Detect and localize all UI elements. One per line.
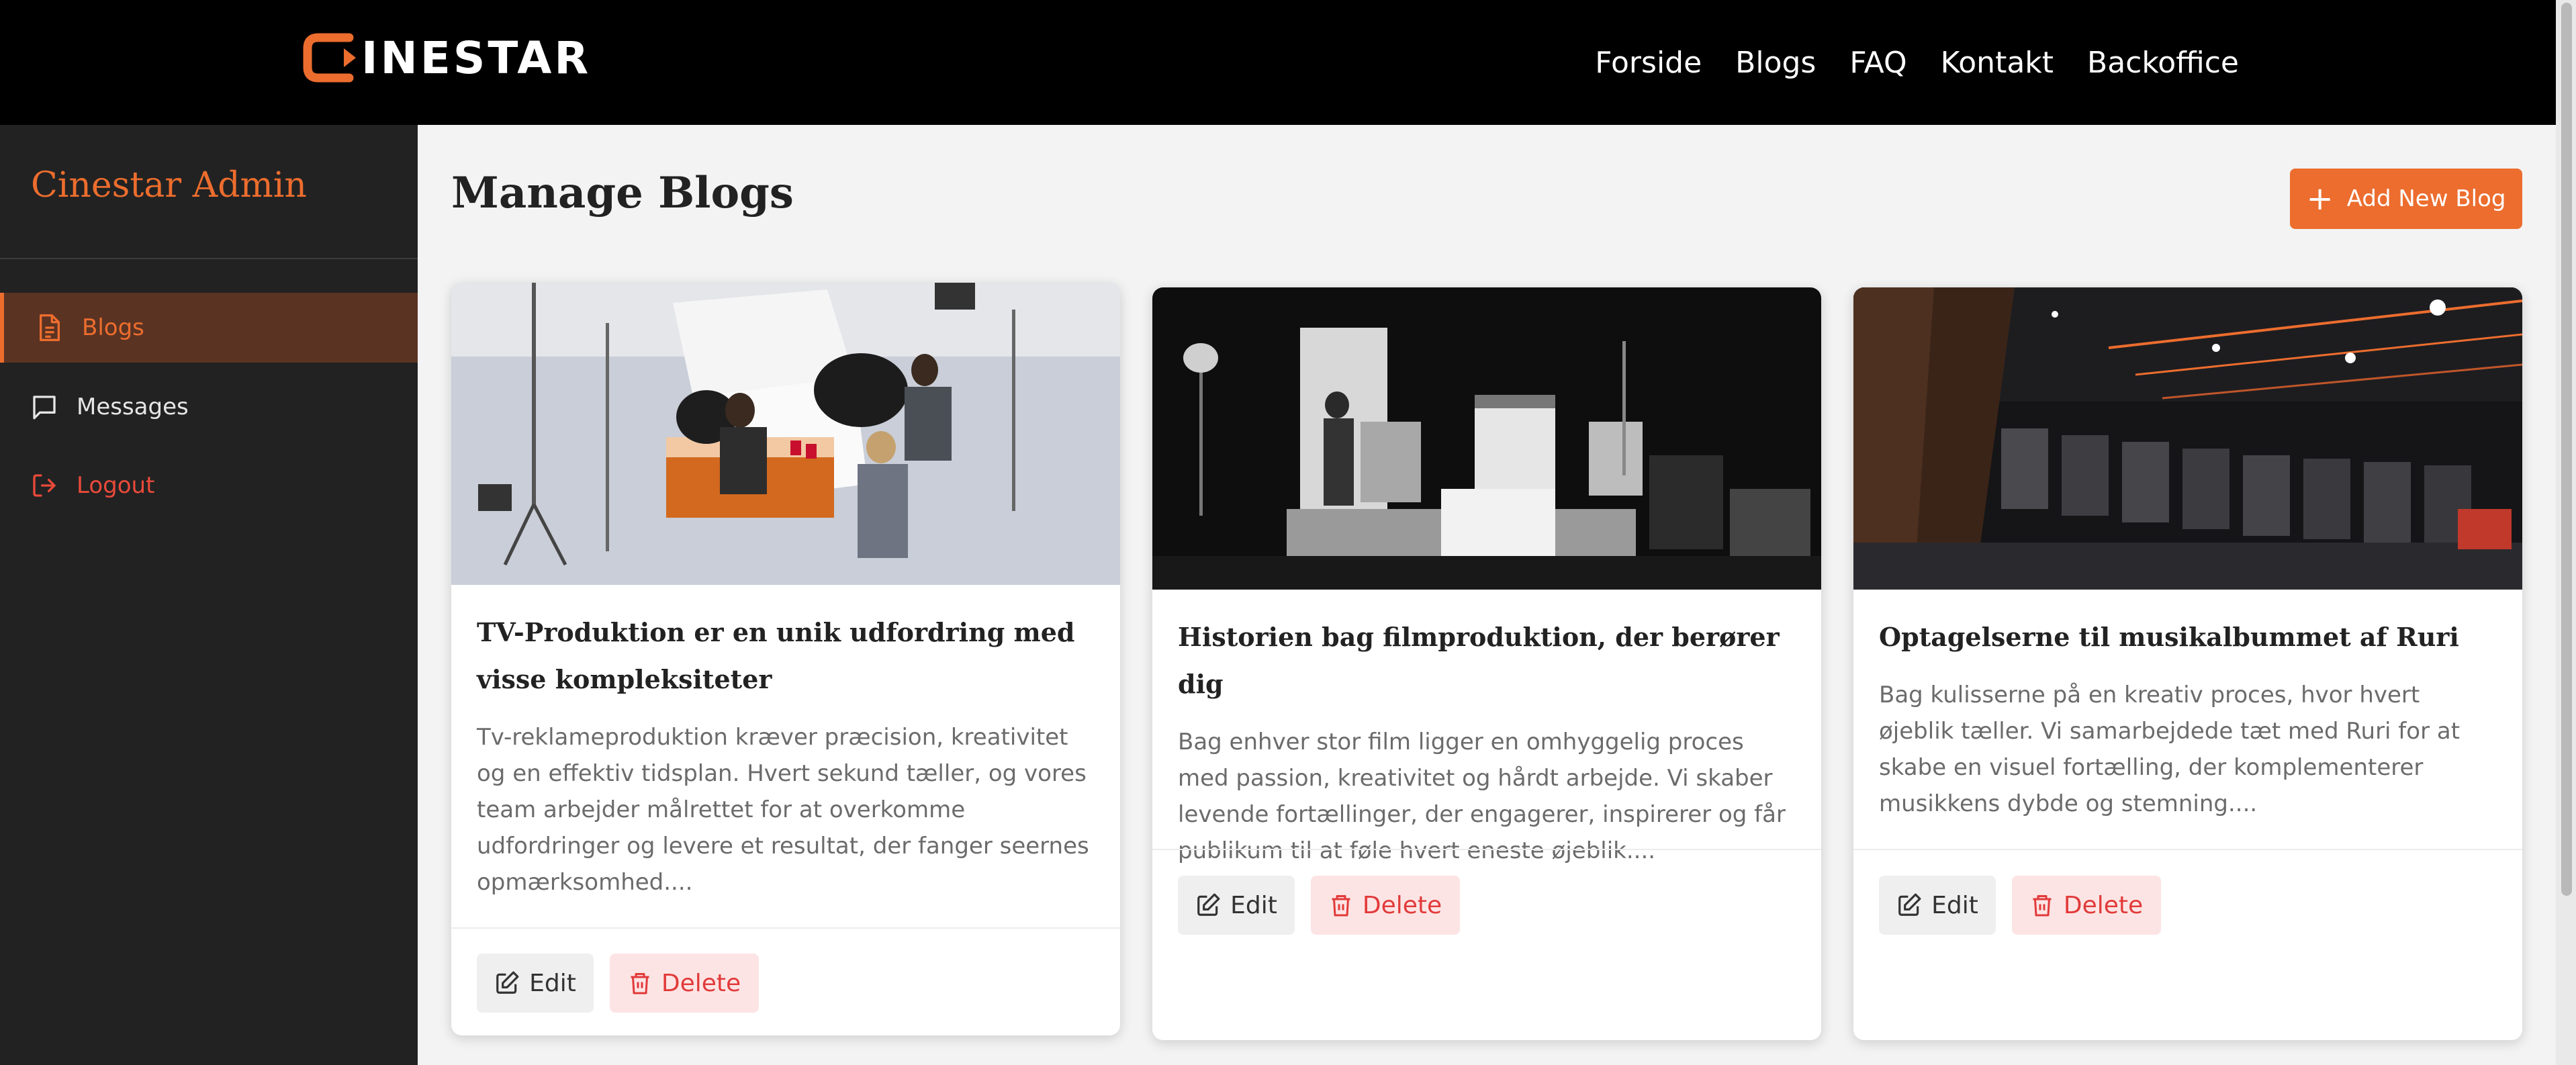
delete-label: Delete: [2063, 891, 2144, 919]
blog-card-image: [451, 283, 1120, 585]
nav-faq[interactable]: FAQ: [1849, 46, 1906, 80]
delete-label: Delete: [1362, 891, 1442, 919]
add-new-blog-button[interactable]: + Add New Blog: [2290, 169, 2522, 229]
chat-icon: [33, 396, 56, 420]
blog-card-excerpt: Tv-reklameproduktion kræver præcision, k…: [477, 724, 1089, 896]
edit-icon: [496, 971, 519, 994]
delete-button[interactable]: Delete: [1311, 876, 1460, 935]
nav-blogs[interactable]: Blogs: [1735, 46, 1816, 80]
blog-card-excerpt: Bag enhver stor film ligger en omhyggeli…: [1178, 729, 1786, 864]
page-scrollbar[interactable]: [2556, 0, 2576, 1065]
edit-label: Edit: [1931, 891, 1978, 919]
blog-card-title: Historien bag filmproduktion, der berøre…: [1178, 622, 1780, 699]
sidebar-item-blogs[interactable]: Blogs: [0, 293, 418, 363]
top-navbar: INESTAR Forside Blogs FAQ Kontakt Backof…: [0, 0, 2556, 125]
blog-card-image: [1853, 287, 2522, 590]
sidebar-title: Cinestar Admin: [31, 165, 307, 205]
main-nav: Forside Blogs FAQ Kontakt Backoffice: [1561, 0, 2239, 125]
edit-button[interactable]: Edit: [1178, 876, 1295, 935]
nav-forside[interactable]: Forside: [1595, 46, 1702, 80]
nav-kontakt[interactable]: Kontakt: [1941, 46, 2054, 80]
edit-label: Edit: [1230, 891, 1277, 919]
edit-button[interactable]: Edit: [477, 954, 594, 1013]
blog-card: Optagelserne til musikalbummet af Ruri B…: [1853, 287, 2522, 1040]
nav-backoffice[interactable]: Backoffice: [2087, 46, 2239, 80]
scrollbar-thumb[interactable]: [2561, 3, 2572, 896]
logo-c-mark-icon: [303, 33, 356, 83]
card-divider: [1853, 849, 2522, 850]
sidebar-item-logout[interactable]: Logout: [0, 451, 418, 520]
trash-icon: [631, 973, 649, 994]
blog-card: TV-Produktion er en unik udfordring med …: [451, 283, 1120, 1035]
delete-label: Delete: [661, 969, 741, 997]
edit-label: Edit: [529, 969, 576, 997]
blog-card-title: Optagelserne til musikalbummet af Ruri: [1879, 622, 2459, 652]
page-title: Manage Blogs: [451, 168, 794, 218]
card-divider: [451, 927, 1120, 929]
blog-card-excerpt: Bag kulisserne på en kreativ proces, hvo…: [1879, 682, 2460, 817]
sidebar-item-label: Logout: [77, 472, 155, 499]
admin-sidebar: Cinestar Admin Blogs Messages Logout: [0, 125, 418, 1065]
trash-icon: [2033, 895, 2052, 917]
sidebar-item-messages[interactable]: Messages: [0, 372, 418, 442]
sidebar-item-label: Blogs: [82, 314, 144, 341]
delete-button[interactable]: Delete: [610, 954, 759, 1013]
logout-icon: [33, 474, 56, 497]
blog-card: Historien bag filmproduktion, der berøre…: [1152, 287, 1821, 1040]
card-divider: [1152, 849, 1821, 850]
blog-card-image: [1152, 287, 1821, 590]
brand-logo[interactable]: INESTAR: [302, 31, 591, 85]
plus-icon: +: [2306, 180, 2334, 218]
document-icon: [40, 314, 60, 341]
trash-icon: [1332, 895, 1350, 917]
edit-icon: [1197, 893, 1220, 916]
edit-button[interactable]: Edit: [1879, 876, 1996, 935]
sidebar-item-label: Messages: [77, 393, 189, 420]
blog-card-title: TV-Produktion er en unik udfordring med …: [477, 617, 1075, 694]
delete-button[interactable]: Delete: [2012, 876, 2161, 935]
sidebar-divider: [0, 258, 418, 259]
brand-name: INESTAR: [361, 32, 592, 84]
add-button-label: Add New Blog: [2346, 185, 2506, 212]
edit-icon: [1898, 893, 1921, 916]
